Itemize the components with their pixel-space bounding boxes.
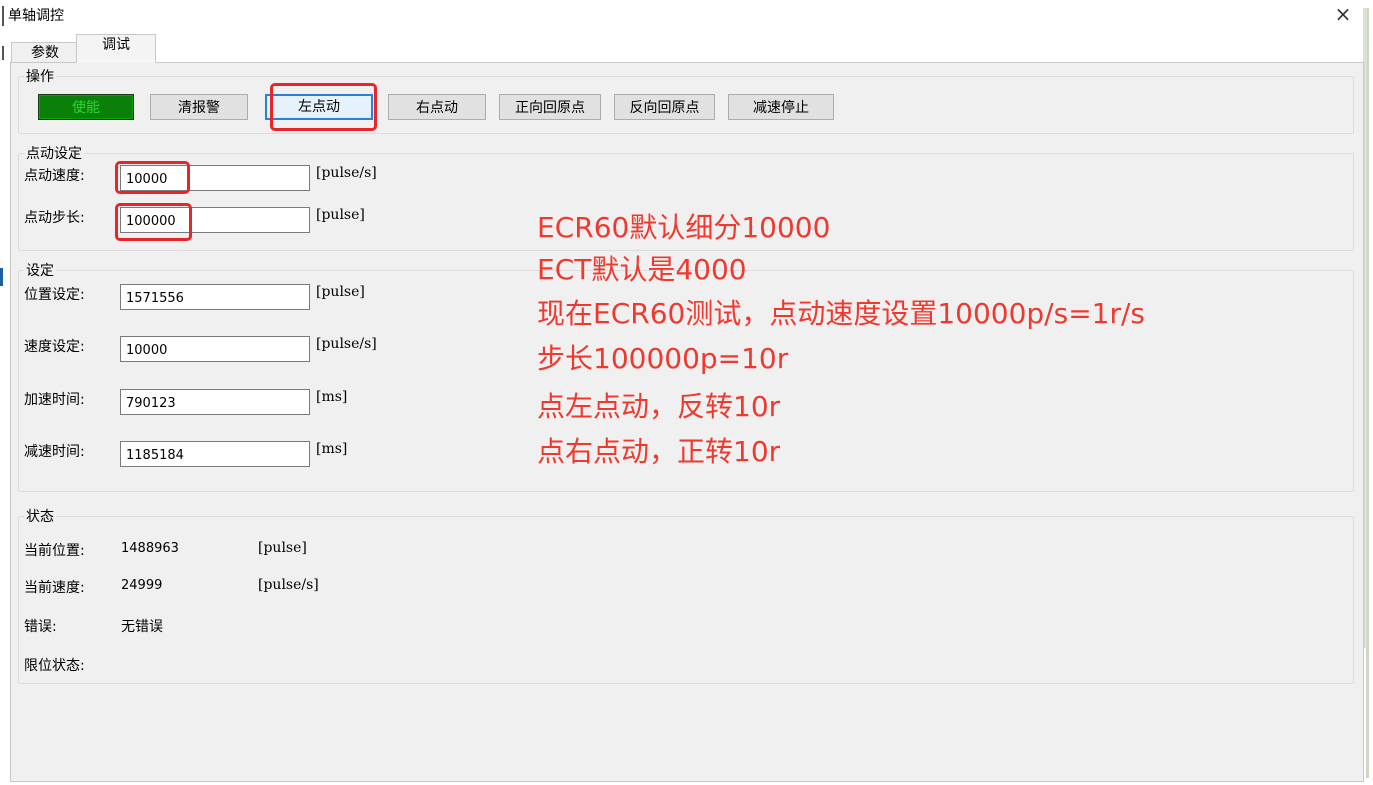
settings-group-title: 设定	[24, 260, 56, 280]
jog-settings-group-title: 点动设定	[24, 143, 84, 163]
decel-time-label: 减速时间:	[24, 444, 85, 460]
limit-status-label: 限位状态:	[24, 658, 85, 674]
decel-time-input[interactable]: 1185184	[120, 441, 310, 467]
status-group	[18, 516, 1354, 684]
tab-parameters[interactable]: 参数	[11, 42, 79, 63]
enable-button[interactable]: 使能	[38, 94, 134, 120]
annotation-line: 现在ECR60测试，点动速度设置10000p/s=1r/s	[537, 297, 1146, 330]
home-forward-button[interactable]: 正向回原点	[499, 94, 601, 120]
annotation-line: 点右点动，正转10r	[537, 435, 781, 468]
accel-time-unit: [ms]	[316, 389, 348, 405]
speed-setting-unit: [pulse/s]	[316, 336, 377, 352]
jog-speed-input[interactable]: 10000	[120, 165, 310, 191]
annotation-line: 步长100000p=10r	[537, 342, 789, 375]
current-speed-value: 24999	[121, 578, 163, 593]
speed-setting-input[interactable]: 10000	[120, 336, 310, 362]
window-title: 单轴调控	[8, 8, 64, 24]
error-value: 无错误	[121, 619, 163, 635]
decel-time-unit: [ms]	[316, 441, 348, 457]
accel-time-input[interactable]: 790123	[120, 389, 310, 415]
decel-stop-button[interactable]: 减速停止	[728, 94, 834, 120]
status-group-title: 状态	[24, 506, 56, 526]
jog-speed-unit: [pulse/s]	[316, 165, 377, 181]
position-setting-unit: [pulse]	[316, 284, 365, 300]
jog-right-button[interactable]: 右点动	[388, 94, 486, 120]
speed-setting-label: 速度设定:	[24, 339, 85, 355]
home-reverse-button[interactable]: 反向回原点	[614, 94, 715, 120]
window-edge	[2, 6, 4, 26]
tab-debug[interactable]: 调试	[76, 34, 156, 63]
window-edge	[0, 268, 3, 286]
current-speed-label: 当前速度:	[24, 580, 85, 596]
current-speed-unit: [pulse/s]	[258, 577, 319, 593]
annotation-line: ECT默认是4000	[537, 253, 747, 286]
current-position-label: 当前位置:	[24, 543, 85, 559]
window-edge	[2, 46, 4, 60]
position-setting-input[interactable]: 1571556	[120, 284, 310, 310]
jog-step-label: 点动步长:	[24, 210, 85, 226]
jog-step-unit: [pulse]	[316, 207, 365, 223]
position-setting-label: 位置设定:	[24, 287, 85, 303]
jog-left-button[interactable]: 左点动	[265, 94, 373, 120]
error-label: 错误:	[24, 619, 57, 635]
tab-strip: 参数 调试	[8, 30, 1368, 64]
annotation-line: 点左点动，反转10r	[537, 390, 781, 423]
current-position-value: 1488963	[121, 541, 179, 556]
current-position-unit: [pulse]	[258, 540, 307, 556]
annotation-line: ECR60默认细分10000	[537, 211, 831, 244]
clear-alarm-button[interactable]: 清报警	[150, 94, 248, 120]
jog-speed-label: 点动速度:	[24, 168, 85, 184]
jog-step-input[interactable]: 100000	[120, 207, 310, 233]
accel-time-label: 加速时间:	[24, 392, 85, 408]
close-icon[interactable]: ×	[1331, 3, 1355, 25]
operation-group-title: 操作	[24, 66, 56, 86]
